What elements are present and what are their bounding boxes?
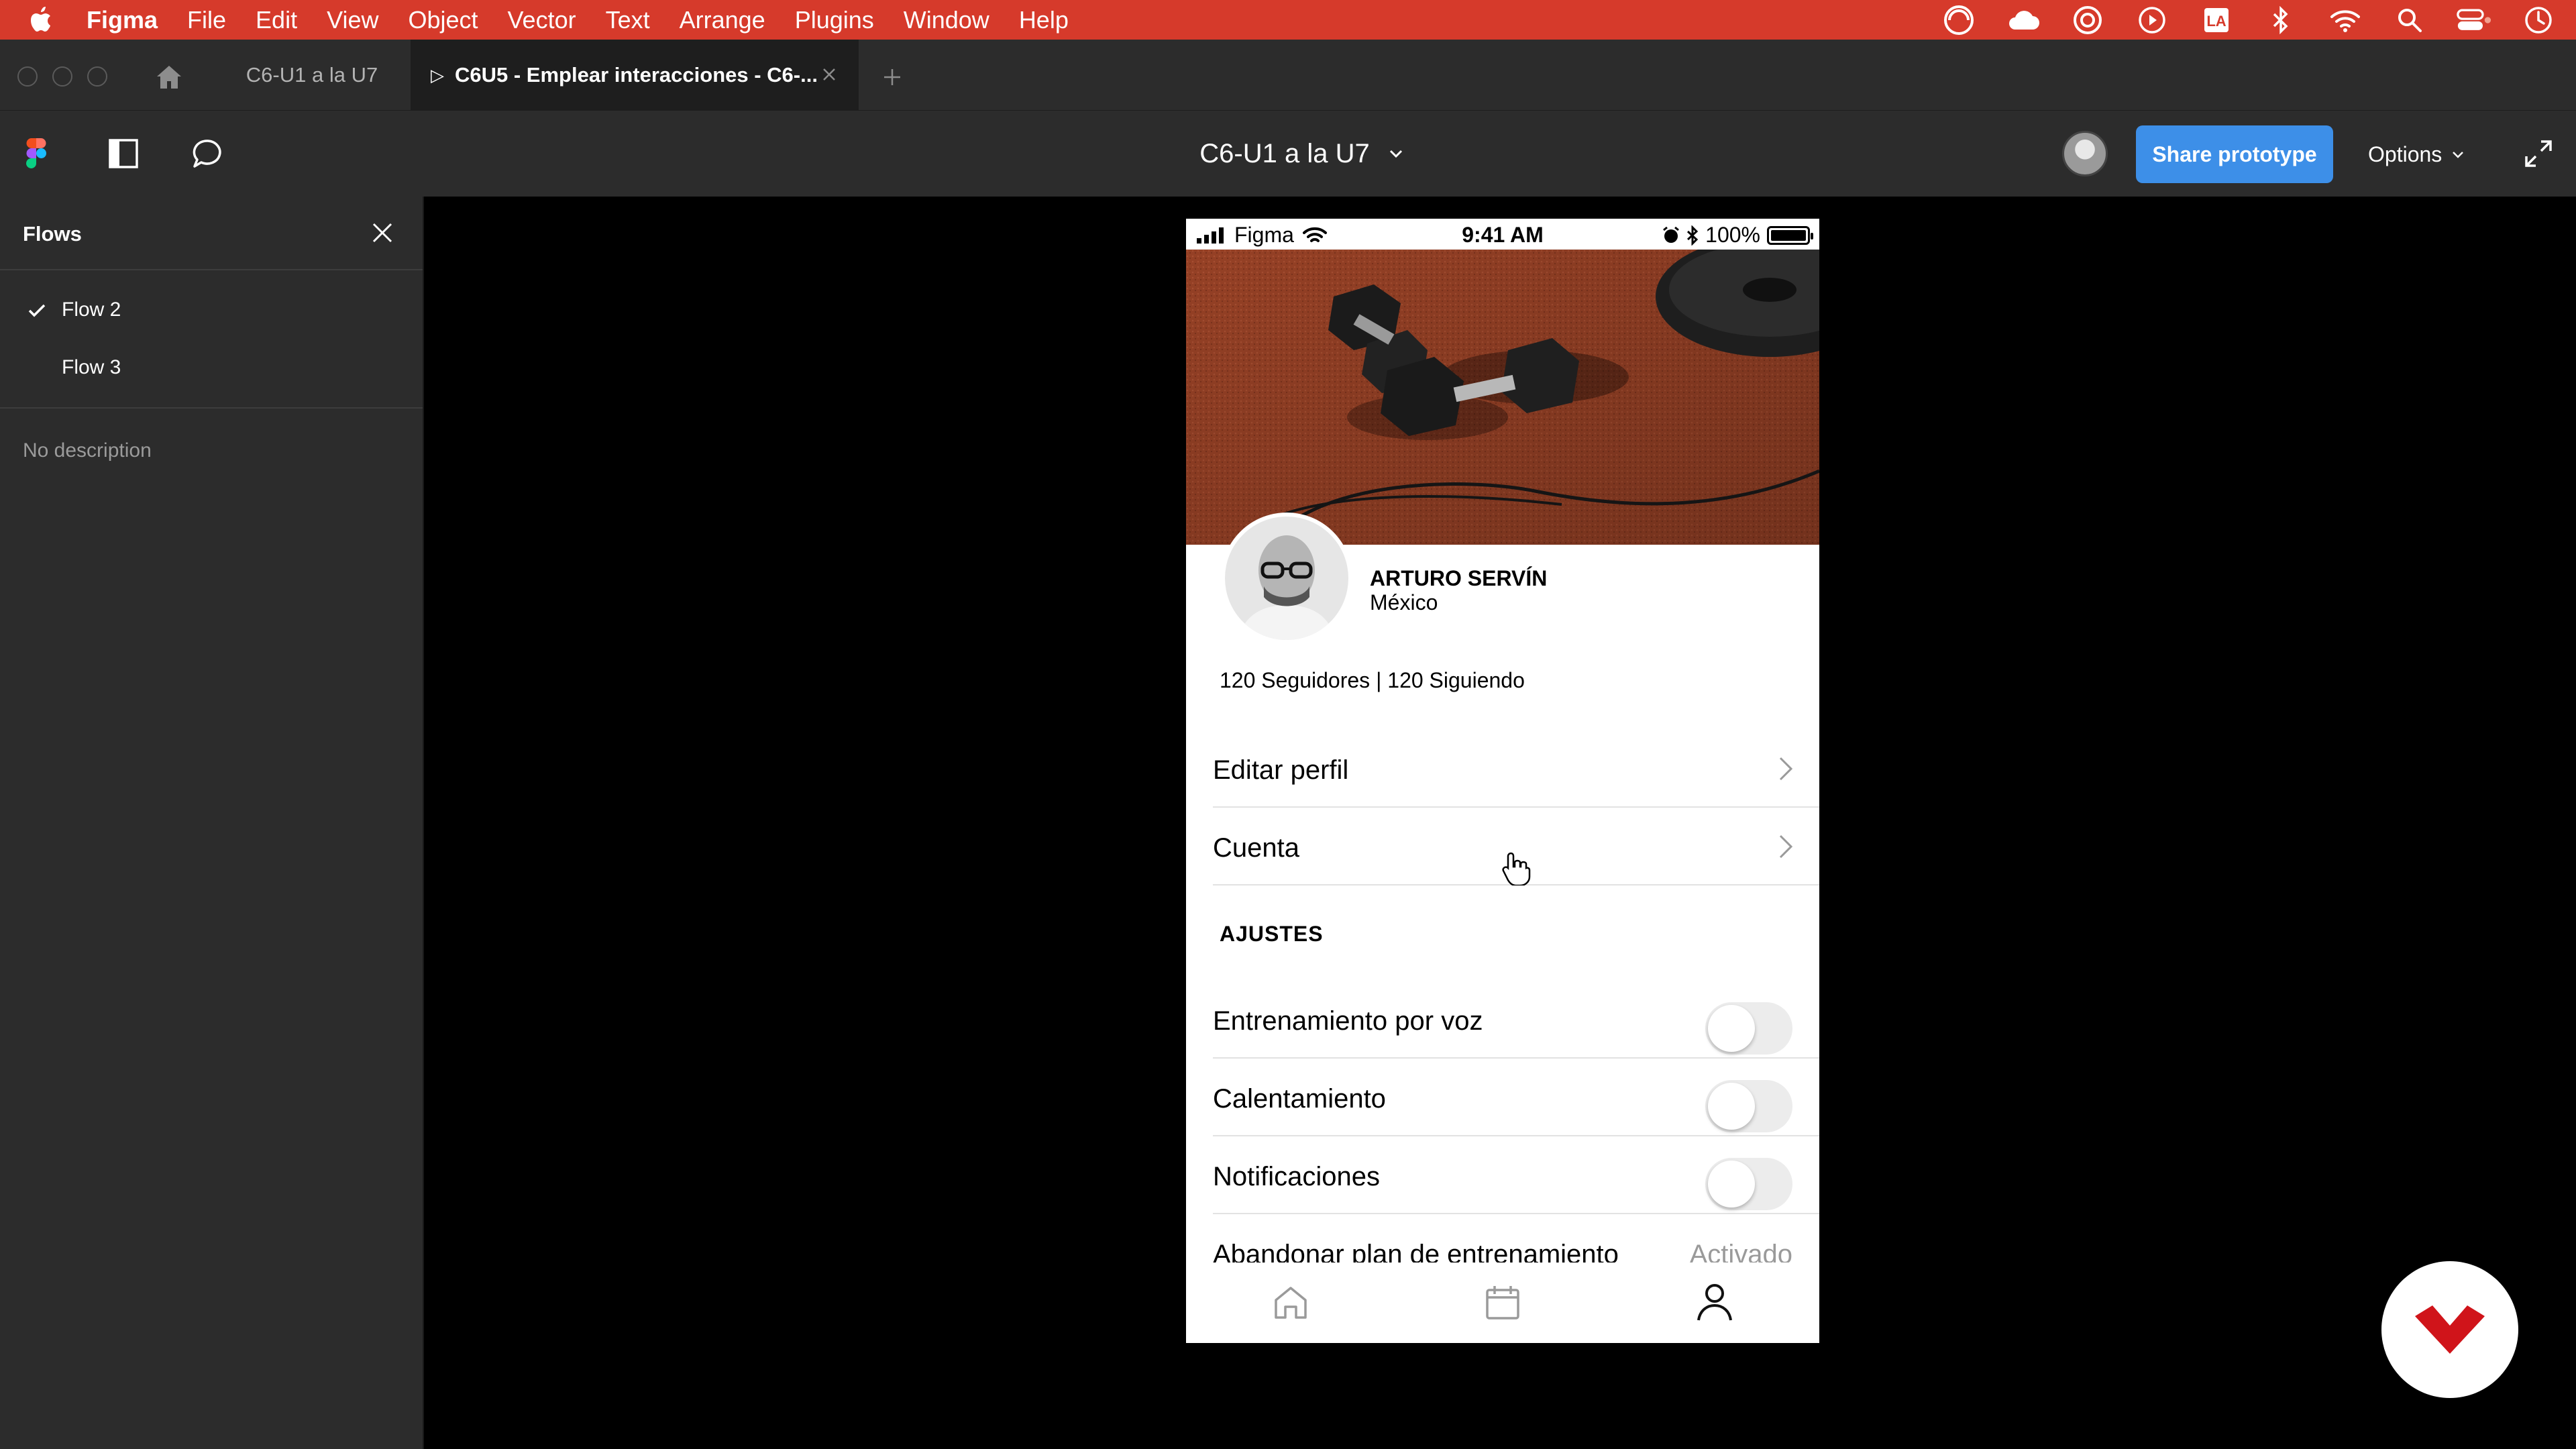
profile-country: México <box>1370 590 1438 614</box>
play-circle-icon[interactable] <box>2135 3 2169 38</box>
menu-plugins[interactable]: Plugins <box>780 0 889 40</box>
options-label: Options <box>2368 142 2443 166</box>
menu-item-editar-perfil[interactable]: Editar perfil <box>1213 730 1819 808</box>
zoom-window-button[interactable] <box>87 66 107 87</box>
chevron-right-icon <box>1779 757 1793 781</box>
menu-edit[interactable]: Edit <box>241 0 312 40</box>
menu-bar: Figma File Edit View Object Vector Text … <box>0 0 2576 40</box>
la-icon[interactable]: LA <box>2199 3 2234 38</box>
figma-logo-icon[interactable] <box>19 136 54 171</box>
document-title[interactable]: C6-U1 a la U7 <box>1100 111 1503 197</box>
ios-status-bar: Figma 9:41 AM 100% <box>1186 219 1819 250</box>
avatar <box>1221 513 1352 644</box>
cloud-icon[interactable] <box>2006 3 2041 38</box>
creative-cloud-icon[interactable] <box>1941 3 1976 38</box>
menu-item-label: Cuenta <box>1213 833 1299 863</box>
menu-text[interactable]: Text <box>591 0 665 40</box>
profile-icon[interactable] <box>1693 1281 1736 1324</box>
setting-calentamiento: Calentamiento <box>1213 1059 1819 1136</box>
flow-item-flow-3[interactable]: Flow 3 <box>0 339 423 396</box>
menu-vector[interactable]: Vector <box>493 0 591 40</box>
bluetooth-icon[interactable] <box>2263 3 2298 38</box>
bluetooth-icon <box>1687 225 1699 246</box>
expand-icon[interactable] <box>2521 136 2556 171</box>
menu-object[interactable]: Object <box>393 0 492 40</box>
tab-label: C6U5 - Emplear interacciones - C6-... <box>455 63 818 87</box>
new-tab-icon[interactable] <box>879 64 906 91</box>
menu-arrange[interactable]: Arrange <box>665 0 780 40</box>
close-window-button[interactable] <box>17 66 38 87</box>
document-title-text: C6-U1 a la U7 <box>1199 138 1370 168</box>
tab-c6-u1[interactable]: C6-U1 a la U7 <box>215 40 409 111</box>
close-tab-icon[interactable] <box>817 62 841 87</box>
svg-text:LA: LA <box>2206 13 2226 30</box>
setting-label: Entrenamiento por voz <box>1213 1006 1483 1036</box>
comment-icon[interactable] <box>191 136 225 171</box>
status-menus: LA <box>1941 0 2556 40</box>
flows-panel-title: Flows <box>23 222 82 246</box>
chevron-down-icon <box>2453 152 2464 158</box>
chevron-down-icon <box>1389 150 1402 158</box>
prototype-toolbar: C6-U1 a la U7 Share prototype Options <box>0 111 2576 197</box>
bottom-tab-bar <box>1186 1263 1819 1343</box>
hand-cursor-icon <box>1501 851 1531 887</box>
menu-file[interactable]: File <box>172 0 241 40</box>
profile-stats: 120 Seguidores | 120 Siguiendo <box>1220 668 1525 692</box>
flow-description: No description <box>23 439 152 462</box>
setting-label: Calentamiento <box>1213 1084 1386 1114</box>
flow-item-flow-2[interactable]: Flow 2 <box>0 281 423 339</box>
close-icon[interactable] <box>368 218 397 248</box>
menu-help[interactable]: Help <box>1004 0 1083 40</box>
flows-panel: Flows Flow 2 Flow 3 No description <box>0 197 424 1449</box>
sidebar-toggle-icon[interactable] <box>106 136 141 171</box>
check-icon <box>28 304 46 317</box>
battery-percent: 100% <box>1705 223 1760 247</box>
brand-logo <box>2381 1261 2518 1398</box>
setting-notificaciones: Notificaciones <box>1213 1136 1819 1214</box>
flows-panel-header: Flows <box>0 197 423 270</box>
profile-name: ARTURO SERVÍN <box>1370 566 1548 590</box>
menu-window[interactable]: Window <box>889 0 1004 40</box>
adobe-icon[interactable] <box>2070 3 2105 38</box>
chevron-right-icon <box>1779 835 1793 859</box>
prototype-frame[interactable]: Figma 9:41 AM 100% ARTURO SERVÍN México … <box>1186 219 1819 1343</box>
tab-label: C6-U1 a la U7 <box>246 63 378 87</box>
apple-icon[interactable] <box>20 0 60 40</box>
setting-label: Notificaciones <box>1213 1162 1381 1191</box>
home-icon[interactable] <box>152 62 186 93</box>
voice-training-toggle[interactable] <box>1705 1002 1792 1055</box>
menu-app-figma[interactable]: Figma <box>60 0 172 40</box>
calendar-icon[interactable] <box>1481 1281 1524 1324</box>
warmup-toggle[interactable] <box>1705 1080 1792 1132</box>
flow-item-label: Flow 3 <box>62 356 121 378</box>
section-title-ajustes: AJUSTES <box>1220 922 1324 946</box>
flow-list: Flow 2 Flow 3 <box>0 270 423 409</box>
cover-image <box>1186 250 1819 545</box>
alarm-icon <box>1663 226 1680 243</box>
wifi-icon[interactable] <box>2328 3 2363 38</box>
status-bar-right: 100% <box>1662 223 1813 248</box>
notifications-toggle[interactable] <box>1705 1158 1792 1210</box>
share-prototype-button[interactable]: Share prototype <box>2136 125 2333 183</box>
setting-entrenamiento-por-voz: Entrenamiento por voz <box>1213 981 1819 1059</box>
clock-icon[interactable] <box>2521 3 2556 38</box>
tab-bar: C6-U1 a la U7 ▷ C6U5 - Emplear interacci… <box>0 40 2576 111</box>
figma-prototype-window: Figma File Edit View Object Vector Text … <box>0 0 2576 1449</box>
window-controls <box>17 66 107 87</box>
menu-item-label: Editar perfil <box>1213 755 1349 785</box>
play-icon: ▷ <box>431 64 444 85</box>
options-button[interactable]: Options <box>2368 125 2529 183</box>
control-center-icon[interactable] <box>2457 3 2491 38</box>
tab-prototype-active[interactable]: ▷ C6U5 - Emplear interacciones - C6-... <box>411 40 859 111</box>
menu-view[interactable]: View <box>312 0 393 40</box>
flow-item-label: Flow 2 <box>62 299 121 321</box>
search-icon[interactable] <box>2392 3 2427 38</box>
minimize-window-button[interactable] <box>52 66 72 87</box>
battery-icon <box>1767 225 1813 245</box>
avatar[interactable] <box>2062 131 2108 176</box>
home-icon[interactable] <box>1269 1281 1312 1324</box>
